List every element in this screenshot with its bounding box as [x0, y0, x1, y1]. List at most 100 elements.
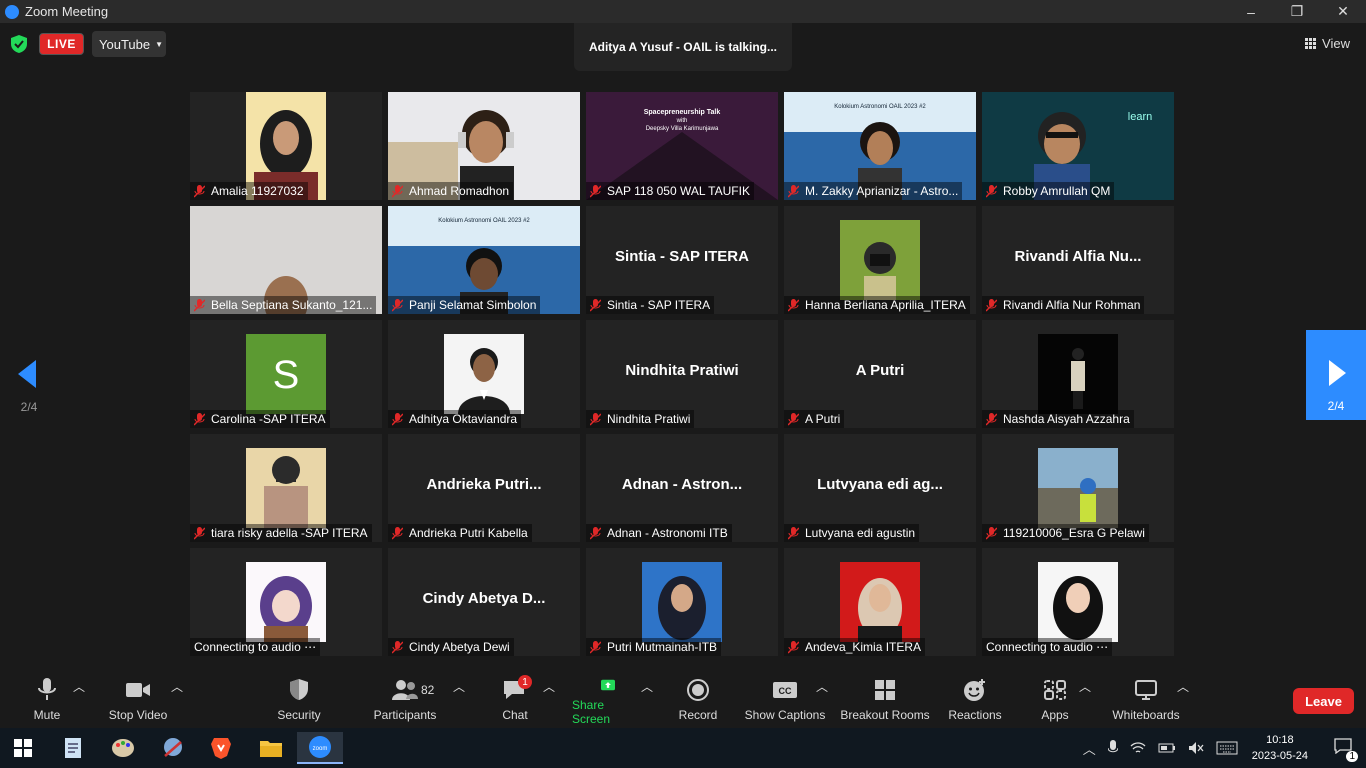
participant-tile[interactable]: Amalia 11927032 — [190, 92, 382, 200]
breakout-rooms-button[interactable]: Breakout Rooms — [840, 678, 930, 726]
previous-page-button[interactable]: 2/4 — [0, 336, 58, 422]
chat-button[interactable]: 1 Chat — [500, 675, 532, 726]
taskbar-notepad[interactable] — [50, 732, 96, 764]
participant-tile[interactable]: Kolokium Astronomi OAIL 2023 #2 Panji Sel… — [388, 206, 580, 314]
encryption-shield-icon[interactable] — [11, 35, 27, 53]
breakout-rooms-label: Breakout Rooms — [840, 708, 930, 722]
minimize-button[interactable]: – — [1228, 0, 1274, 23]
participant-tile[interactable]: Lutvyana edi ag... Lutvyana edi agustin — [784, 434, 976, 542]
speaker-muted-icon[interactable] — [1188, 741, 1204, 755]
participant-name-label: Hanna Berliana Aprilia_ITERA — [784, 296, 970, 314]
apps-options-caret[interactable]: ︿ — [1079, 678, 1091, 726]
participant-name-label: A Putri — [784, 410, 845, 428]
view-button[interactable]: View — [1305, 36, 1350, 51]
participant-tile[interactable]: Ahmad Romadhon — [388, 92, 580, 200]
svg-text:S: S — [273, 353, 300, 397]
show-captions-label: Show Captions — [744, 708, 826, 722]
taskbar-brave[interactable] — [198, 732, 244, 764]
microphone-tray-icon[interactable] — [1107, 740, 1118, 756]
record-button[interactable]: Record — [677, 678, 719, 726]
participant-tile[interactable]: Hanna Berliana Aprilia_ITERA — [784, 206, 976, 314]
smiley-icon — [964, 679, 985, 701]
participant-name-label: Robby Amrullah QM — [982, 182, 1115, 200]
participant-tile[interactable]: Adnan - Astron... Adnan - Astronomi ITB — [586, 434, 778, 542]
participant-tile[interactable]: Kolokium Astronomi OAIL 2023 #2 M. Zakky … — [784, 92, 976, 200]
participant-tile[interactable]: Spacepreneurship Talk with Deepsky Villa K… — [586, 92, 778, 200]
live-badge[interactable]: LIVE — [39, 33, 84, 55]
video-camera-icon — [126, 683, 150, 697]
svg-text:Kolokium Astronomi OAIL 2023 #: Kolokium Astronomi OAIL 2023 #2 — [438, 218, 530, 224]
participant-tile[interactable]: Nashda Aisyah Azzahra — [982, 320, 1174, 428]
participant-tile[interactable]: S Carolina -SAP ITERA — [190, 320, 382, 428]
security-button[interactable]: Security — [276, 678, 322, 726]
battery-icon[interactable] — [1158, 742, 1176, 754]
leave-button[interactable]: Leave — [1293, 688, 1354, 714]
stream-target-dropdown[interactable]: YouTube ▼ — [92, 31, 166, 57]
audio-options-caret[interactable]: ︿ — [73, 678, 85, 726]
mic-muted-icon — [590, 640, 601, 654]
chat-options-caret[interactable]: ︿ — [543, 678, 555, 726]
taskbar-file-explorer[interactable] — [248, 732, 294, 764]
participant-tile[interactable]: A Putri A Putri — [784, 320, 976, 428]
stop-video-button[interactable]: Stop Video — [106, 678, 170, 726]
participant-name: Panji Selamat Simbolon — [409, 298, 537, 312]
window-titlebar: Zoom Meeting – ❐ ✕ — [0, 0, 1366, 23]
notifications-button[interactable]: 1 — [1334, 737, 1358, 762]
taskbar-paint[interactable] — [100, 732, 146, 764]
show-captions-button[interactable]: CC Show Captions — [744, 678, 826, 726]
participant-tile[interactable]: learn Robby Amrullah QM — [982, 92, 1174, 200]
participant-tile[interactable]: Cindy Abetya D... Cindy Abetya Dewi — [388, 548, 580, 656]
participant-name-label: Andrieka Putri Kabella — [388, 524, 532, 542]
participant-tile[interactable]: Nindhita Pratiwi Nindhita Pratiwi — [586, 320, 778, 428]
start-button[interactable] — [0, 732, 46, 764]
mute-label: Mute — [33, 708, 61, 722]
mic-muted-icon — [194, 526, 205, 540]
paint-palette-icon — [112, 739, 134, 757]
participant-tile[interactable]: 119210006_Esra G Pelawi — [982, 434, 1174, 542]
participant-tile[interactable]: Rivandi Alfia Nu... Rivandi Alfia Nur Roh… — [982, 206, 1174, 314]
participant-tile[interactable]: tiara risky adella -SAP ITERA — [190, 434, 382, 542]
participant-tile[interactable]: Connecting to audio ⋯ — [190, 548, 382, 656]
mic-muted-icon — [986, 526, 997, 540]
participants-label: Participants — [373, 708, 437, 722]
whiteboards-button[interactable]: Whiteboards — [1108, 678, 1184, 726]
mic-muted-icon — [788, 412, 799, 426]
chevron-up-icon[interactable]: ︿ — [1083, 739, 1096, 758]
share-options-caret[interactable]: ︿ — [641, 678, 653, 726]
participant-display-name: Adnan - Astron... — [621, 476, 743, 493]
next-page-button[interactable]: 2/4 — [1306, 330, 1366, 420]
share-screen-button[interactable]: Share Screen — [572, 678, 644, 726]
taskbar-snipping[interactable] — [150, 732, 196, 764]
taskbar-clock[interactable]: 10:18 2023-05-24 — [1252, 732, 1308, 764]
close-window-button[interactable]: ✕ — [1320, 0, 1366, 23]
participant-tile[interactable]: Bella Septiana Sukanto_121... — [190, 206, 382, 314]
taskbar-zoom[interactable]: zoom — [297, 732, 343, 764]
keyboard-icon[interactable] — [1216, 741, 1238, 755]
participant-tile[interactable]: Putri Mutmainah-ITB — [586, 548, 778, 656]
participant-name: Bella Septiana Sukanto_121... — [211, 298, 373, 312]
participant-display-name: Lutvyana edi ag... — [817, 476, 943, 493]
whiteboards-options-caret[interactable]: ︿ — [1177, 678, 1189, 726]
chat-unread-badge: 1 — [518, 675, 532, 689]
captions-options-caret[interactable]: ︿ — [816, 678, 828, 726]
active-speaker-banner: Aditya A Yusuf - OAIL is talking... — [574, 23, 792, 71]
wifi-icon[interactable] — [1130, 741, 1146, 755]
apps-button[interactable]: Apps — [1040, 678, 1070, 726]
system-tray: ︿ 10:18 2023-05-24 1 — [1077, 728, 1366, 768]
participant-name-label: Putri Mutmainah-ITB — [586, 638, 722, 656]
participant-tile[interactable]: Andrieka Putri... Andrieka Putri Kabella — [388, 434, 580, 542]
video-options-caret[interactable]: ︿ — [171, 678, 183, 726]
mute-button[interactable]: Mute — [30, 678, 64, 726]
participant-tile[interactable]: Adhitya Oktaviandra — [388, 320, 580, 428]
svg-text:Spacepreneurship Talk: Spacepreneurship Talk — [644, 109, 721, 116]
reactions-button[interactable]: Reactions — [948, 678, 1002, 726]
participant-tile[interactable]: Connecting to audio ⋯ — [982, 548, 1174, 656]
restore-button[interactable]: ❐ — [1274, 0, 1320, 23]
participant-tile[interactable]: Andeva_Kimia ITERA — [784, 548, 976, 656]
mic-muted-icon — [986, 184, 997, 198]
participant-tile[interactable]: Sintia - SAP ITERA Sintia - SAP ITERA — [586, 206, 778, 314]
participant-name: Lutvyana edi agustin — [805, 526, 916, 540]
participants-options-caret[interactable]: ︿ — [453, 678, 465, 726]
participant-name-label: Nashda Aisyah Azzahra — [982, 410, 1134, 428]
participant-name: Robby Amrullah QM — [1003, 184, 1111, 198]
